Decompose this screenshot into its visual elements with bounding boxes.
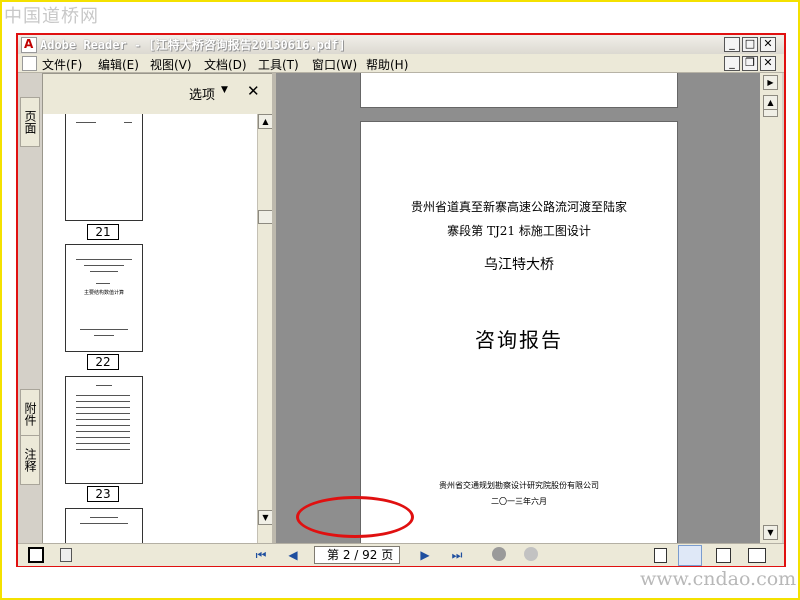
thumbnail-page-24[interactable]: [65, 508, 143, 544]
thumbnail-page-23[interactable]: [65, 376, 143, 484]
maximize-button[interactable]: □: [742, 37, 758, 52]
doc-bridge-name: 乌江特大桥: [484, 257, 554, 273]
title-bar: Adobe Reader - [江特大桥咨询报告20130616.pdf] _ …: [18, 35, 784, 54]
adobe-reader-icon: [21, 37, 37, 53]
status-bar: ⏮ ◀ 第 2 / 92 页 ▶ ⏭: [18, 543, 784, 566]
window-title: Adobe Reader - [江特大桥咨询报告20130616.pdf]: [40, 38, 346, 52]
next-page-icon[interactable]: ▶: [416, 548, 434, 562]
doc-close-button[interactable]: ✕: [760, 56, 776, 71]
doc-organization: 贵州省交通规划勘察设计研究院股份有限公司: [439, 481, 599, 490]
minimize-button[interactable]: _: [724, 37, 740, 52]
doc-line-1: 贵州省道真至新寨高速公路流河渡至陆家: [410, 200, 627, 214]
thumbnail-scrollbar[interactable]: ▲ ▼: [257, 114, 273, 544]
current-page: 贵州省道真至新寨高速公路流河渡至陆家 寨段第 TJ21 标施工图设计 乌江特大桥…: [360, 121, 678, 544]
previous-page-icon[interactable]: ◀: [284, 548, 302, 562]
single-page-icon[interactable]: [654, 548, 667, 563]
page-number-text: 第 2 / 92 页: [327, 548, 394, 562]
doc-restore-button[interactable]: ❐: [742, 56, 758, 71]
thumbnail-caption: 主要结构数值计算: [83, 290, 124, 296]
navigation-tabs: 页面 附件 注释: [18, 73, 40, 543]
page-label-21: 21: [87, 224, 119, 240]
doc-line-2: 寨段第 TJ21 标施工图设计: [447, 224, 591, 238]
previous-page: [360, 73, 678, 108]
facing-icon[interactable]: [716, 548, 731, 563]
scroll-up-button[interactable]: ▲: [258, 114, 273, 129]
document-view: 贵州省道真至新寨高速公路流河渡至陆家 寨段第 TJ21 标施工图设计 乌江特大桥…: [276, 73, 742, 544]
back-icon[interactable]: [492, 547, 506, 561]
doc-date: 二〇一三年六月: [491, 497, 547, 506]
pages-panel-header: 选项 ▼ ✕: [43, 74, 273, 110]
reader-window: Adobe Reader - [江特大桥咨询报告20130616.pdf] _ …: [16, 33, 786, 567]
page-label-23: 23: [87, 486, 119, 502]
menu-bar: 文件(F) 编辑(E) 视图(V) 文档(D) 工具(T) 窗口(W) 帮助(H…: [18, 54, 784, 73]
thumbnail-page-22[interactable]: 主要结构数值计算: [65, 244, 143, 352]
doc-title: 咨询报告: [475, 328, 563, 352]
continuous-facing-icon[interactable]: [748, 548, 766, 563]
page-number-field[interactable]: 第 2 / 92 页: [314, 546, 400, 564]
last-page-icon[interactable]: ⏭: [448, 548, 466, 562]
menu-tools[interactable]: 工具(T): [258, 56, 299, 73]
watermark-bottom: www.cndao.com: [640, 568, 797, 590]
tab-comments[interactable]: 注释: [20, 435, 40, 485]
menu-window[interactable]: 窗口(W): [312, 56, 357, 73]
tab-pages[interactable]: 页面: [20, 97, 40, 147]
thumbnail-list: 21 主要结构数值计算 22 23: [43, 114, 257, 544]
expand-icon[interactable]: ▶: [763, 75, 778, 90]
pages-panel: 选项 ▼ ✕ 21 主要结构数值计算 22 23 ▲ ▼: [42, 73, 274, 545]
doc-scroll-thumb[interactable]: [763, 109, 778, 117]
scroll-down-button[interactable]: ▼: [258, 510, 273, 525]
chevron-down-icon[interactable]: ▼: [221, 85, 228, 95]
close-panel-icon[interactable]: ✕: [247, 82, 260, 100]
tab-attachments[interactable]: 附件: [20, 389, 40, 439]
page-size-icon[interactable]: [60, 548, 72, 562]
scroll-thumb[interactable]: [258, 210, 273, 224]
menu-file[interactable]: 文件(F): [42, 56, 82, 73]
document-margin: [742, 73, 760, 543]
doc-scroll-up-button[interactable]: ▲: [763, 95, 778, 110]
show-panel-icon[interactable]: [28, 547, 44, 563]
menu-view[interactable]: 视图(V): [150, 56, 192, 73]
continuous-icon[interactable]: [678, 545, 702, 566]
menu-help[interactable]: 帮助(H): [366, 56, 408, 73]
first-page-icon[interactable]: ⏮: [252, 548, 270, 562]
document-icon: [22, 56, 37, 71]
annotation-circle: [296, 496, 414, 538]
options-menu[interactable]: 选项: [189, 84, 215, 103]
thumbnail-page-21[interactable]: [65, 114, 143, 221]
page-label-22: 22: [87, 354, 119, 370]
doc-scroll-down-button[interactable]: ▼: [763, 525, 778, 540]
watermark-top: 中国道桥网: [4, 6, 99, 27]
close-button[interactable]: ✕: [760, 37, 776, 52]
forward-icon[interactable]: [524, 547, 538, 561]
doc-minimize-button[interactable]: _: [724, 56, 740, 71]
menu-document[interactable]: 文档(D): [204, 56, 247, 73]
document-scrollbar[interactable]: ▶ ▲ ▼: [760, 73, 782, 543]
menu-edit[interactable]: 编辑(E): [98, 56, 139, 73]
